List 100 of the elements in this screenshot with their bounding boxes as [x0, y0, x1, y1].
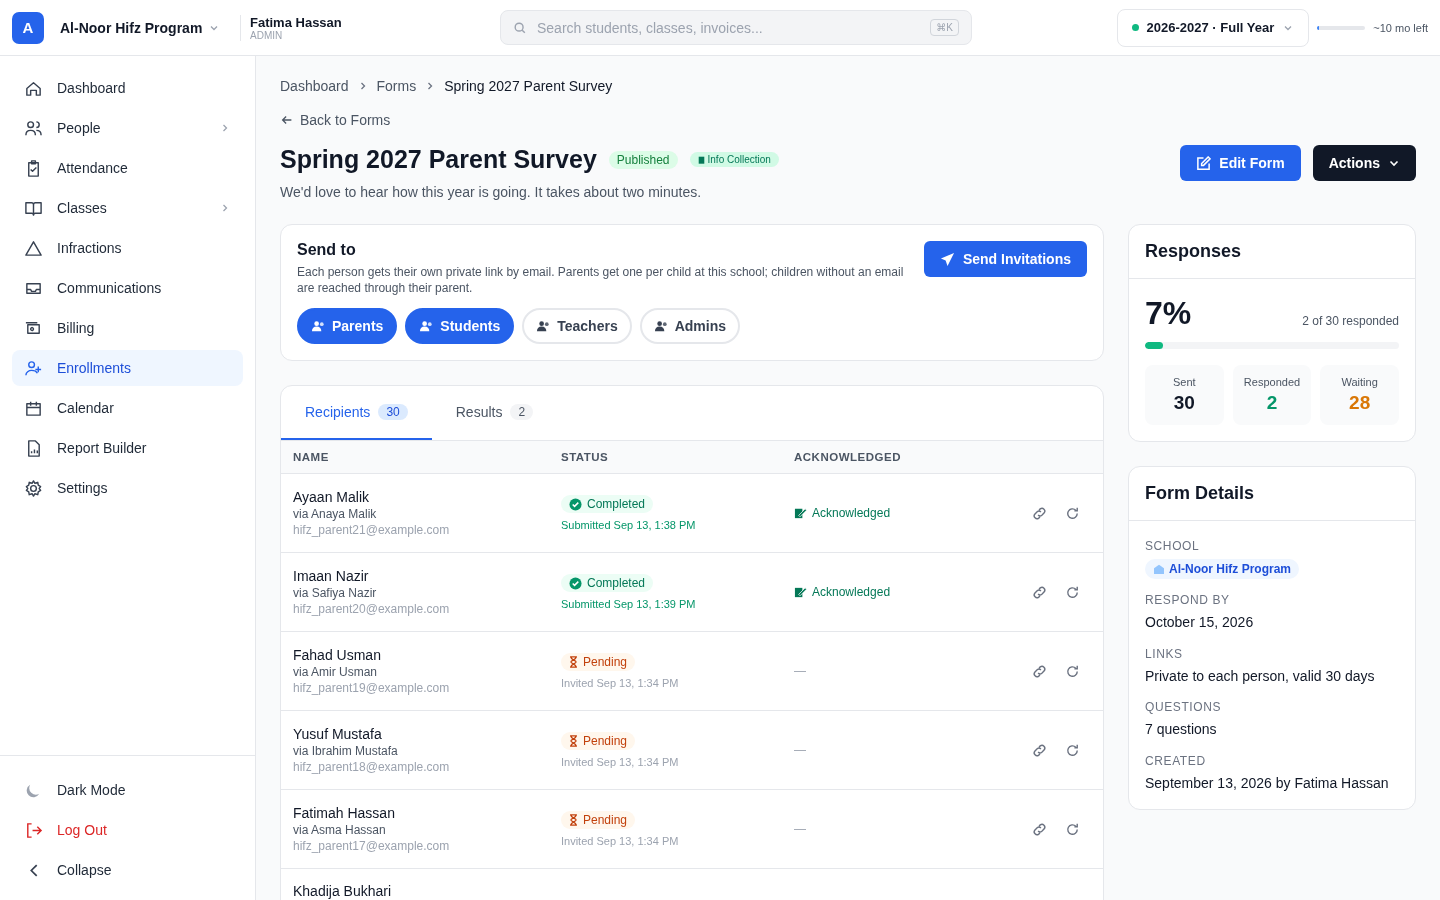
- field-label: QUESTIONS: [1145, 700, 1222, 715]
- field-value: September 13, 2026 by Fatima Hassan: [1145, 773, 1389, 793]
- response-summary: 2 of 30 responded: [1302, 314, 1399, 330]
- parent-name: via Amir Usman: [293, 665, 378, 680]
- sidebar-item[interactable]: Enrollments: [12, 350, 243, 386]
- field-value: 7 questions: [1145, 720, 1217, 740]
- sidebar-item[interactable]: Dashboard: [12, 70, 243, 106]
- people-icon: [653, 318, 669, 334]
- year-selector[interactable]: 2026-2027 · Full Year: [1116, 8, 1310, 47]
- sidebar-item[interactable]: Infractions: [12, 230, 243, 266]
- status-badge: Completed: [561, 574, 654, 593]
- card-title: Form Details: [1129, 467, 1415, 521]
- sidebar-item[interactable]: Calendar: [12, 390, 243, 426]
- help-text: Each person gets their own private link by email. Parents get one per child at this school; children without an email are reached through their parent.: [297, 264, 905, 297]
- sidebar-item[interactable]: Attendance: [12, 150, 243, 186]
- card-title: Responses: [1129, 225, 1415, 279]
- check-circle-icon: [569, 497, 582, 511]
- user-name: Fatima Hassan: [250, 14, 343, 30]
- parent-name: via Anaya Malik: [293, 507, 377, 522]
- time-left: ~10 mo left: [1373, 21, 1428, 34]
- stat-label: Responded: [1243, 376, 1301, 388]
- email: hifz_parent19@example.com: [293, 681, 450, 696]
- field-label: LINKS: [1145, 646, 1183, 661]
- status-badge: Completed: [561, 495, 654, 514]
- nav-icon: [24, 478, 43, 498]
- parent-name: via Safiya Nazir: [293, 586, 377, 601]
- stat-label: Sent: [1173, 376, 1196, 388]
- sidebar-item[interactable]: Log Out: [12, 812, 243, 848]
- tab[interactable]: Results 2: [431, 386, 558, 441]
- school-tag: Al-Noor Hifz Program: [1145, 559, 1299, 579]
- column-header: ACKNOWLEDGED: [794, 451, 902, 464]
- type-badge: Info Collection: [689, 152, 779, 167]
- hourglass-icon: [569, 656, 578, 669]
- recipient-name: Yusuf Mustafa: [293, 726, 382, 743]
- chevron-left-icon: [30, 863, 38, 877]
- form-description: We'd love to hear how this year is going. It takes about two minutes.: [280, 184, 703, 200]
- acknowledged-status: —: [794, 664, 806, 679]
- signed-document-icon: [794, 585, 807, 599]
- people-icon: [536, 318, 552, 334]
- user-role: ADMIN: [250, 29, 284, 41]
- field-value: October 15, 2026: [1145, 613, 1254, 632]
- sidebar-item[interactable]: Billing: [12, 310, 243, 346]
- logout-icon: [24, 820, 43, 840]
- sidebar-item[interactable]: Settings: [12, 470, 243, 506]
- audience-toggle[interactable]: Students: [405, 308, 515, 345]
- column-header: STATUS: [561, 451, 610, 464]
- school-switcher[interactable]: Al-Noor Hifz Program: [60, 19, 221, 36]
- send-button[interactable]: Send Invitations: [923, 241, 1087, 277]
- people-icon: [419, 318, 435, 334]
- recipient-name: Fatimah Hassan: [293, 805, 395, 822]
- acknowledged-status: —: [794, 743, 806, 758]
- search-icon: [513, 20, 527, 35]
- actions-button[interactable]: Actions: [1312, 145, 1416, 181]
- back-link[interactable]: Back to Forms: [280, 112, 391, 128]
- field-label: CREATED: [1145, 753, 1206, 768]
- acknowledged-status: —: [794, 822, 806, 837]
- nav-icon: [24, 118, 43, 138]
- status-time: Submitted Sep 13, 1:38 PM: [561, 519, 696, 532]
- sidebar-item[interactable]: Classes: [12, 190, 243, 226]
- status-badge: Pending: [561, 732, 636, 751]
- sidebar-item[interactable]: Collapse: [12, 852, 243, 888]
- stat-label: Waiting: [1341, 376, 1378, 388]
- sidebar-item[interactable]: Dark Mode: [12, 772, 243, 808]
- field-label: SCHOOL: [1145, 539, 1200, 553]
- acknowledged-status: Acknowledged: [794, 506, 891, 521]
- recipient-name: Fahad Usman: [293, 647, 381, 664]
- status-time: Invited Sep 13, 1:34 PM: [561, 677, 679, 690]
- audience-toggle[interactable]: Admins: [639, 308, 741, 345]
- count-badge: 30: [378, 404, 408, 421]
- hourglass-icon: [569, 735, 578, 748]
- sidebar-item[interactable]: Report Builder: [12, 430, 243, 466]
- edit-button[interactable]: Edit Form: [1180, 145, 1301, 181]
- breadcrumb-link[interactable]: Spring 2027 Parent Survey: [444, 78, 613, 94]
- response-rate: 7%: [1145, 295, 1192, 332]
- arrow-left-icon: [280, 113, 294, 127]
- email: hifz_parent18@example.com: [293, 760, 450, 775]
- section-title: Send to: [297, 241, 357, 259]
- nav-icon: [24, 238, 43, 258]
- status-time: Invited Sep 13, 1:34 PM: [561, 835, 679, 848]
- sidebar-item[interactable]: People: [12, 110, 243, 146]
- status-badge: Pending: [561, 653, 636, 672]
- parent-name: via Asma Hassan: [293, 823, 386, 838]
- parent-name: via Ibrahim Mustafa: [293, 744, 398, 759]
- stat-value: 28: [1349, 392, 1371, 414]
- audience-toggle[interactable]: Teachers: [522, 308, 632, 345]
- search-input[interactable]: Search students, classes, invoices...: [535, 18, 923, 37]
- email: hifz_parent17@example.com: [293, 839, 450, 854]
- people-icon: [311, 318, 326, 334]
- breadcrumb-link[interactable]: Dashboard: [280, 78, 349, 94]
- audience-toggle[interactable]: Parents: [297, 308, 398, 345]
- page-title: Spring 2027 Parent Survey: [280, 145, 597, 174]
- stat-value: 2: [1266, 392, 1278, 414]
- column-header: NAME: [293, 451, 330, 464]
- breadcrumb-link[interactable]: Forms: [376, 78, 417, 94]
- recipient-name: Imaan Nazir: [293, 568, 369, 585]
- logo: A: [12, 11, 44, 44]
- sidebar-item[interactable]: Communications: [12, 270, 243, 306]
- count-badge: 2: [510, 404, 534, 421]
- nav-icon: [24, 358, 43, 378]
- status-time: Submitted Sep 13, 1:39 PM: [561, 598, 696, 611]
